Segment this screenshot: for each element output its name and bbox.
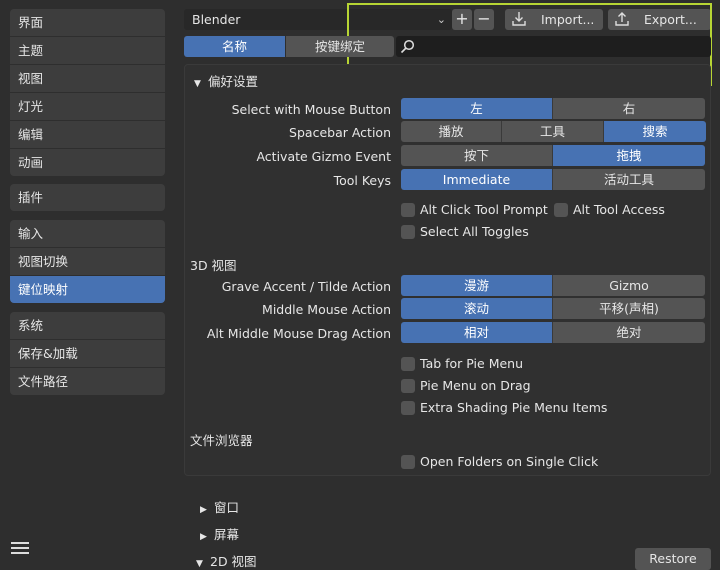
nav-group-display: 界面 主题 视图 灯光 编辑 动画 — [10, 9, 165, 176]
tool-keys-toggle: Immediate 活动工具 — [401, 169, 705, 190]
middle-mouse-toggle: 滚动 平移(声相) — [401, 298, 705, 319]
section-preferences-title: 偏好设置 — [208, 74, 259, 89]
remove-preset-button[interactable]: − — [474, 9, 494, 30]
grave-accent-label: Grave Accent / Tilde Action — [221, 279, 391, 294]
search-input[interactable] — [396, 36, 711, 57]
chevron-down-icon: ⌄ — [436, 13, 446, 26]
select-mouse-toggle: 左 右 — [401, 98, 705, 119]
pie-menu-on-drag-checkbox[interactable]: Pie Menu on Drag — [401, 378, 531, 394]
checkbox-box — [401, 225, 415, 239]
section-preferences-header[interactable]: ▼ 偏好设置 — [194, 71, 258, 90]
select-mouse-label: Select with Mouse Button — [231, 102, 391, 117]
middle-mouse-pan[interactable]: 平移(声相) — [553, 298, 705, 319]
spacebar-search[interactable]: 搜索 — [604, 121, 706, 142]
checkbox-box — [401, 357, 415, 371]
sidebar-item-file-paths[interactable]: 文件路径 — [10, 368, 165, 395]
sidebar-item-system[interactable]: 系统 — [10, 312, 165, 340]
subsection-file-browser-title: 文件浏览器 — [190, 433, 253, 448]
tab-key-binding[interactable]: 按键绑定 — [286, 36, 394, 57]
alt-click-tool-prompt-checkbox[interactable]: Alt Click Tool Prompt — [401, 202, 548, 218]
grave-accent-navigate[interactable]: 漫游 — [401, 275, 553, 296]
section-screen-header[interactable]: ▶ 屏幕 — [200, 524, 239, 543]
section-window-title: 窗口 — [214, 500, 240, 515]
nav-group-system: 系统 保存&加载 文件路径 — [10, 312, 165, 395]
checkbox-box — [401, 455, 415, 469]
hamburger-menu-icon[interactable] — [11, 539, 29, 555]
sidebar-item-lights[interactable]: 灯光 — [10, 93, 165, 121]
section-window-header[interactable]: ▶ 窗口 — [200, 497, 239, 516]
open-folders-single-click-checkbox[interactable]: Open Folders on Single Click — [401, 454, 598, 470]
triangle-down-icon: ▼ — [196, 559, 203, 569]
triangle-right-icon: ▶ — [200, 505, 207, 515]
keymap-preset-value: Blender — [192, 12, 241, 27]
sidebar-item-viewport[interactable]: 视图 — [10, 65, 165, 93]
spacebar-toggle: 播放 工具 搜索 — [401, 121, 706, 142]
grave-accent-gizmo[interactable]: Gizmo — [553, 275, 705, 296]
checkbox-label: Alt Click Tool Prompt — [420, 202, 548, 217]
sidebar-item-keymap[interactable]: 键位映射 — [10, 276, 165, 303]
search-icon — [400, 39, 415, 54]
triangle-right-icon: ▶ — [200, 532, 207, 542]
sidebar-item-save-load[interactable]: 保存&加载 — [10, 340, 165, 368]
tool-keys-active-tool[interactable]: 活动工具 — [553, 169, 705, 190]
middle-mouse-label: Middle Mouse Action — [262, 302, 391, 317]
keymap-preset-dropdown[interactable]: Blender ⌄ — [184, 9, 452, 30]
spacebar-label: Spacebar Action — [289, 125, 391, 140]
gizmo-event-press[interactable]: 按下 — [401, 145, 553, 166]
import-button[interactable]: Import... — [505, 9, 603, 30]
sidebar-item-input[interactable]: 输入 — [10, 220, 165, 248]
checkbox-box — [554, 203, 568, 217]
export-button[interactable]: Export... — [608, 9, 711, 30]
checkbox-label: Alt Tool Access — [573, 202, 665, 217]
gizmo-event-label: Activate Gizmo Event — [256, 149, 391, 164]
section-2d-view-header[interactable]: ▼ 2D 视图 — [196, 551, 257, 570]
gizmo-event-drag[interactable]: 拖拽 — [553, 145, 705, 166]
nav-group-addons: 插件 — [10, 184, 165, 211]
export-icon — [615, 12, 629, 26]
add-preset-button[interactable]: + — [452, 9, 472, 30]
grave-accent-toggle: 漫游 Gizmo — [401, 275, 705, 296]
tool-keys-label: Tool Keys — [333, 173, 391, 188]
sidebar-item-animation[interactable]: 动画 — [10, 149, 165, 176]
subsection-3d-view-title: 3D 视图 — [190, 258, 237, 273]
middle-mouse-orbit[interactable]: 滚动 — [401, 298, 553, 319]
spacebar-play[interactable]: 播放 — [401, 121, 502, 142]
alt-mmb-absolute[interactable]: 绝对 — [553, 322, 705, 343]
checkbox-box — [401, 401, 415, 415]
sidebar-item-addons[interactable]: 插件 — [10, 184, 165, 211]
nav-group-input: 输入 视图切换 键位映射 — [10, 220, 165, 303]
select-mouse-right[interactable]: 右 — [553, 98, 705, 119]
checkbox-box — [401, 379, 415, 393]
sidebar: 界面 主题 视图 灯光 编辑 动画 插件 输入 视图切换 键位映射 系统 保存&… — [0, 0, 174, 567]
triangle-down-icon: ▼ — [194, 79, 201, 89]
export-label: Export... — [644, 12, 697, 27]
checkbox-label: Pie Menu on Drag — [420, 378, 531, 393]
spacebar-tools[interactable]: 工具 — [502, 121, 604, 142]
tool-keys-immediate[interactable]: Immediate — [401, 169, 553, 190]
sidebar-item-interface[interactable]: 界面 — [10, 9, 165, 37]
select-mouse-left[interactable]: 左 — [401, 98, 553, 119]
alt-tool-access-checkbox[interactable]: Alt Tool Access — [554, 202, 665, 218]
import-icon — [512, 12, 526, 26]
import-label: Import... — [541, 12, 595, 27]
alt-mmb-drag-label: Alt Middle Mouse Drag Action — [206, 326, 391, 341]
gizmo-event-toggle: 按下 拖拽 — [401, 145, 705, 166]
section-screen-title: 屏幕 — [214, 527, 240, 542]
select-all-toggles-checkbox[interactable]: Select All Toggles — [401, 224, 529, 240]
alt-mmb-relative[interactable]: 相对 — [401, 322, 553, 343]
extra-shading-pie-checkbox[interactable]: Extra Shading Pie Menu Items — [401, 400, 607, 416]
tab-pie-menu-checkbox[interactable]: Tab for Pie Menu — [401, 356, 523, 372]
alt-mmb-drag-toggle: 相对 绝对 — [401, 322, 705, 343]
checkbox-label: Open Folders on Single Click — [420, 454, 599, 469]
tab-name[interactable]: 名称 — [184, 36, 285, 57]
checkbox-label: Tab for Pie Menu — [420, 356, 524, 371]
sidebar-item-editing[interactable]: 编辑 — [10, 121, 165, 149]
checkbox-label: Extra Shading Pie Menu Items — [420, 400, 608, 415]
checkbox-label: Select All Toggles — [420, 224, 529, 239]
sidebar-item-navigation[interactable]: 视图切换 — [10, 248, 165, 276]
checkbox-box — [401, 203, 415, 217]
sidebar-item-themes[interactable]: 主题 — [10, 37, 165, 65]
